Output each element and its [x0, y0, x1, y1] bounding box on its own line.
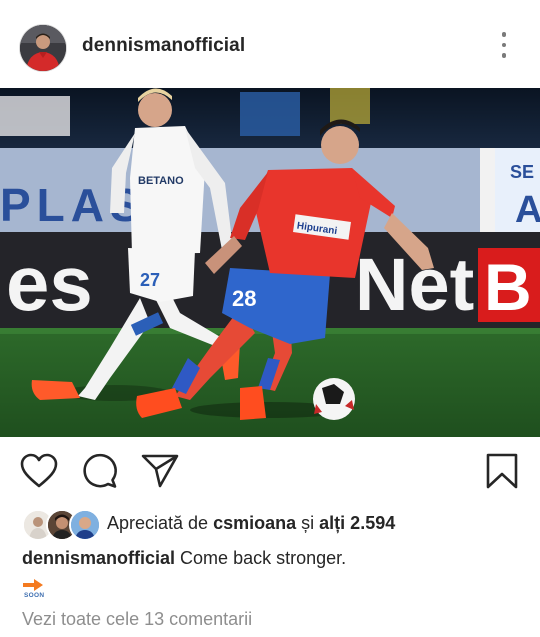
board-text-right-b: B [484, 250, 532, 324]
profile-avatar[interactable] [20, 25, 66, 71]
caption-text: Come back stronger. [180, 548, 347, 568]
soccer-ball [313, 378, 355, 420]
banner-text-right-top: SE [510, 162, 534, 182]
comment-icon[interactable] [82, 453, 118, 494]
soon-label: SOON [24, 592, 45, 599]
more-vertical-icon[interactable] [494, 32, 514, 62]
view-all-comments-link[interactable]: Vezi toate cele 13 comentarii [22, 609, 252, 630]
likes-summary[interactable]: Apreciată de csmioana și alți 2.594 [107, 513, 395, 534]
banner-text-right-bottom: A [515, 189, 540, 231]
post-header: dennismanofficial [0, 0, 540, 88]
white-player-number: 27 [140, 270, 160, 290]
likes-user[interactable]: csmioana [213, 513, 296, 533]
caption-username[interactable]: dennismanofficial [22, 548, 175, 568]
likes-others[interactable]: alți 2.594 [319, 513, 395, 533]
liker-avatar [69, 509, 101, 541]
bookmark-icon[interactable] [486, 453, 518, 494]
likes-prefix: Apreciată de [107, 513, 209, 533]
post-username[interactable]: dennismanofficial [82, 35, 245, 57]
send-icon[interactable] [141, 453, 179, 494]
heart-icon[interactable] [20, 453, 58, 494]
action-bar [0, 447, 540, 497]
white-player-sponsor: BETANO [138, 175, 184, 187]
likes-row[interactable]: Apreciată de csmioana și alți 2.594 [0, 507, 540, 541]
board-text-left: es [6, 239, 93, 327]
post-photo[interactable]: PLAS SE A es Net B 27 BETANO 28 Hipurani [0, 88, 540, 437]
red-player-number: 28 [232, 286, 256, 311]
post-caption: dennismanofficial Come back stronger. [22, 548, 346, 569]
likes-connector: și [301, 513, 315, 533]
